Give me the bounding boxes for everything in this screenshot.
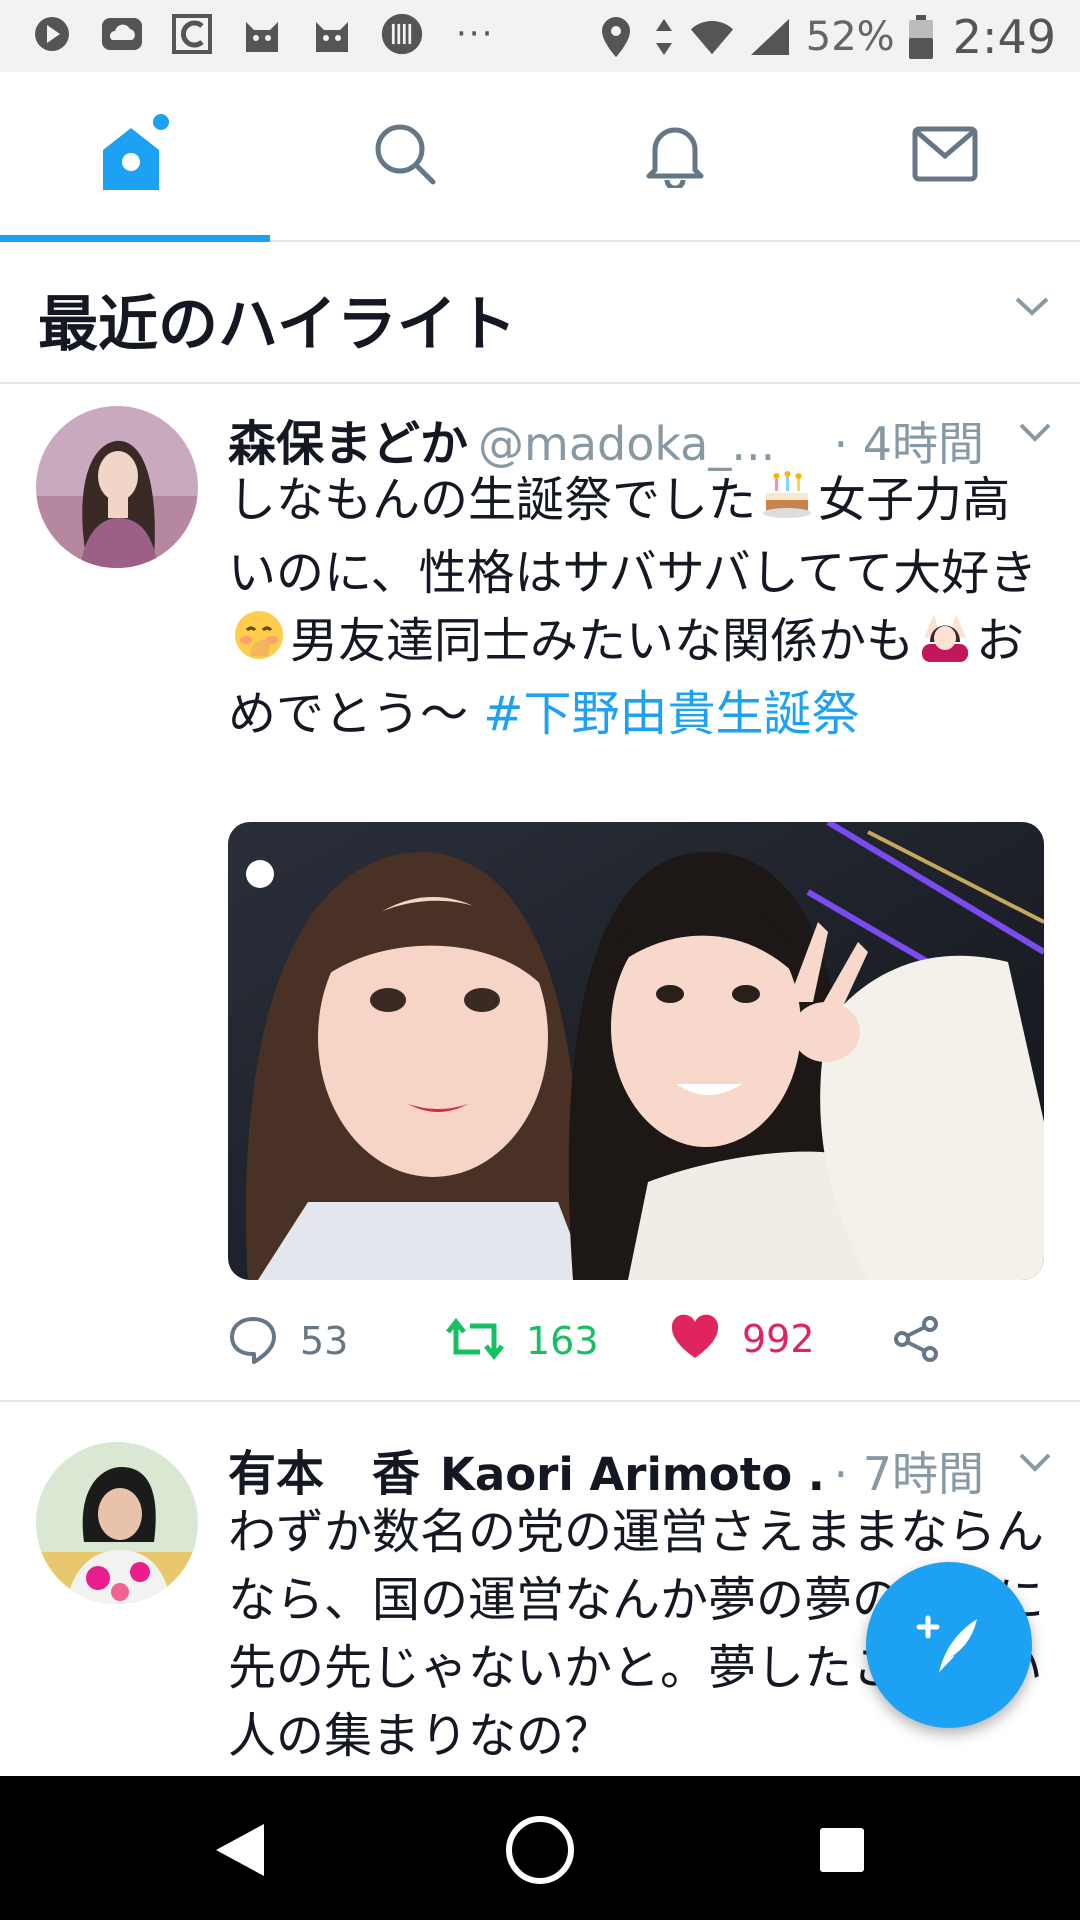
tweet-photo[interactable] [228, 822, 1044, 1280]
tweet-header: 森保まどか @madoka_... [228, 404, 828, 474]
section-title: 最近のハイライト [38, 290, 517, 360]
cat-icon [310, 12, 354, 56]
top-tab-bar [0, 72, 1080, 242]
tweet-text-part: 男友達同士みたいな関係かも [290, 613, 915, 669]
play-icon [30, 12, 74, 56]
tweet-text: しなもんの生誕祭でした 女子力高いのに、性格はサバサバしてて大好き男友達同士みたい… [228, 466, 1058, 748]
cloud-icon [100, 12, 144, 56]
battery-icon [907, 15, 935, 59]
retweet-button[interactable]: 163 [446, 1314, 599, 1368]
chevron-down-icon[interactable] [1018, 422, 1052, 448]
home-button[interactable] [504, 1814, 576, 1890]
signal-icon [748, 15, 792, 59]
tab-notifications[interactable] [540, 72, 810, 240]
cake-emoji-icon [760, 467, 814, 539]
retweet-icon [446, 1314, 504, 1368]
reply-count: 53 [300, 1319, 349, 1363]
handle[interactable]: @madoka_... [478, 417, 775, 471]
mail-icon [912, 126, 978, 186]
wifi-icon [690, 15, 734, 59]
share-icon [892, 1314, 942, 1368]
battery-percent: 52% [805, 14, 895, 60]
hashtag-link[interactable]: #下野由貴生誕祭 [483, 686, 859, 742]
like-button[interactable]: 992 [670, 1314, 815, 1364]
share-button[interactable] [892, 1314, 942, 1368]
hand-over-mouth-emoji-icon [232, 608, 286, 680]
c-app-icon [170, 12, 214, 56]
overflow-indicator: ··· [456, 14, 495, 54]
tweet-actions: 53 163 992 [228, 1314, 1058, 1374]
avatar[interactable] [36, 1442, 198, 1604]
like-count: 992 [742, 1317, 815, 1361]
chevron-down-icon[interactable] [1018, 1452, 1052, 1478]
avatar[interactable] [36, 406, 198, 568]
search-icon [373, 122, 437, 190]
recents-button[interactable] [818, 1826, 866, 1878]
timestamp: · 7時間 [833, 1447, 984, 1501]
active-tab-indicator [0, 235, 270, 242]
display-name[interactable]: 森保まどか [228, 416, 468, 472]
home-icon [95, 112, 175, 200]
system-navigation-bar [0, 1776, 1080, 1920]
clock: 2:49 [952, 10, 1056, 64]
reply-button[interactable]: 53 [228, 1314, 348, 1368]
tweet[interactable]: 森保まどか @madoka_... · 4時間 しなもんの生誕祭でした 女子力高いの… [0, 384, 1080, 1402]
tweet-text-part: しなもんの生誕祭でした [228, 472, 757, 528]
heart-icon [670, 1314, 720, 1364]
highlights-header: 最近のハイライト [0, 242, 1080, 384]
tweet-header: 有本 香 Kaori Arimoto ... [228, 1434, 828, 1504]
location-icon [594, 15, 638, 59]
display-name[interactable]: 有本 香 [228, 1446, 420, 1502]
retweet-count: 163 [526, 1319, 599, 1363]
barcode-icon [380, 12, 424, 56]
display-name-en[interactable]: Kaori Arimoto ... [440, 1448, 828, 1501]
timestamp: · 4時間 [833, 417, 984, 471]
compose-feather-icon [909, 1603, 989, 1687]
data-arrows-icon [652, 15, 676, 59]
status-bar: ··· 52% 2:49 [0, 0, 1080, 72]
back-button[interactable] [212, 1820, 268, 1884]
chevron-down-icon[interactable] [1014, 296, 1050, 322]
compose-tweet-button[interactable] [866, 1562, 1032, 1728]
bell-icon [643, 120, 707, 192]
person-gesturing-ok-emoji-icon [918, 608, 972, 680]
cat-icon [240, 12, 284, 56]
tab-home[interactable] [0, 72, 270, 240]
tab-messages[interactable] [810, 72, 1080, 240]
tab-search[interactable] [270, 72, 540, 240]
reply-icon [228, 1314, 278, 1368]
